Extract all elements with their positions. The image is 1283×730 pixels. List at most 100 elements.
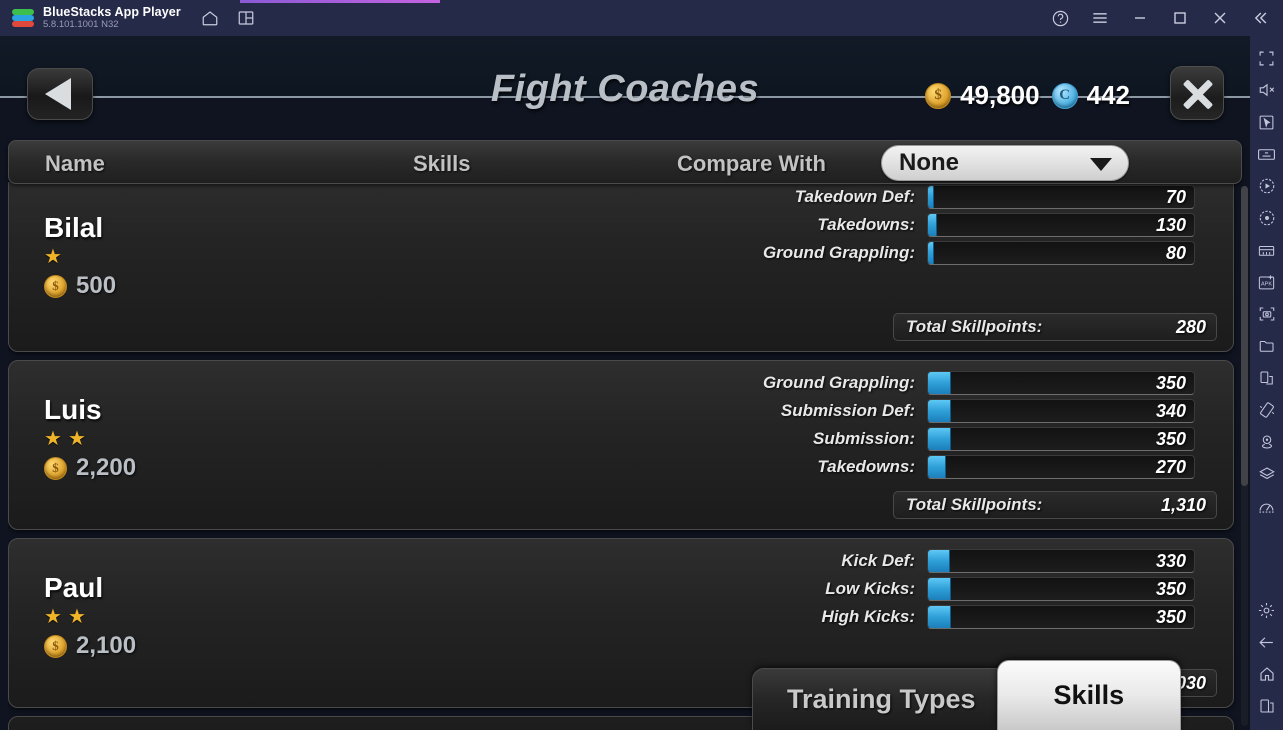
column-header-name: Name: [45, 151, 105, 176]
install-apk-icon[interactable]: APK: [1250, 266, 1283, 298]
skill-label: Kick Def:: [841, 551, 915, 570]
bluestacks-logo-icon: [12, 9, 34, 27]
coach-price-value: 2,100: [76, 632, 137, 659]
location-icon[interactable]: [1250, 426, 1283, 458]
skill-bar-fill: [928, 550, 950, 572]
home-icon[interactable]: [199, 7, 221, 29]
fullscreen-icon[interactable]: [1250, 42, 1283, 74]
premium-amount: 442: [1086, 80, 1130, 110]
coach-list[interactable]: Bilal ★ $500 Takedown Def: 70 Takedowns: 130 Gr…: [8, 182, 1242, 730]
back-arrow-icon: [45, 78, 71, 110]
skill-label: Submission Def:: [780, 401, 915, 420]
copy-to-pc-icon[interactable]: [1250, 362, 1283, 394]
skill-value: 70: [1165, 187, 1186, 207]
coach-price-value: 2,200: [76, 454, 137, 481]
skill-bar-fill: [928, 428, 951, 450]
skill-bar: 340: [927, 399, 1195, 423]
coach-total-skillpoints: Total Skillpoints: 1,310: [893, 491, 1217, 519]
minimize-icon[interactable]: [1125, 3, 1155, 33]
skill-value: 350: [1155, 429, 1186, 449]
coach-skill-list: Kick Def: 330 Low Kicks: 350 High Kicks: 350: [557, 547, 1217, 631]
bluestacks-sidebar: APK: [1250, 36, 1283, 730]
coach-card[interactable]: Luis ★ ★ $2,200 Ground Grappling: 350 Submissi…: [8, 360, 1234, 530]
gold-coin-icon: $: [44, 274, 67, 298]
skill-row: Submission Def: 340: [557, 397, 1217, 425]
gold-coin-icon: $: [925, 82, 952, 109]
record-icon[interactable]: [1250, 202, 1283, 234]
skill-row: Ground Grappling: 350: [557, 369, 1217, 397]
premium-currency: C 442: [1051, 80, 1130, 111]
skill-bar: 350: [927, 577, 1195, 601]
titlebar-accent-stripe: [240, 0, 440, 3]
star-icon: ★: [44, 428, 62, 450]
skill-bar: 270: [927, 455, 1195, 479]
list-scrollbar-thumb[interactable]: [1241, 186, 1248, 486]
menu-icon[interactable]: [1085, 3, 1115, 33]
coach-star-rating: ★ ★: [44, 429, 136, 449]
skill-bar-fill: [928, 214, 937, 236]
skill-bar: 350: [927, 371, 1195, 395]
maximize-icon[interactable]: [1165, 3, 1195, 33]
coach-skill-list: Takedown Def: 70 Takedowns: 130 Ground Grapp…: [557, 183, 1217, 267]
skill-bar-fill: [928, 372, 951, 394]
keyboard-icon[interactable]: [1250, 138, 1283, 170]
coach-price: $2,200: [44, 454, 136, 482]
tab-training-types[interactable]: Training Types: [752, 668, 1011, 730]
skill-value: 130: [1155, 215, 1186, 235]
app-title: BlueStacks App Player: [43, 5, 181, 19]
screen-root: BlueStacks App Player 5.8.101.1001 N32 A…: [0, 0, 1283, 730]
tab-skills[interactable]: Skills: [996, 660, 1182, 730]
skill-value: 330: [1155, 551, 1186, 571]
coach-name: Bilal: [44, 212, 104, 243]
skill-label: Ground Grappling:: [762, 243, 915, 262]
svg-text:APK: APK: [1261, 281, 1272, 287]
gold-coin-icon: $: [44, 634, 67, 658]
close-screen-button[interactable]: [1170, 66, 1224, 120]
recents-icon[interactable]: [1250, 690, 1283, 722]
multi-instance-manager-icon[interactable]: [1250, 234, 1283, 266]
back-icon[interactable]: [1250, 626, 1283, 658]
back-button[interactable]: [27, 68, 93, 120]
skill-bar-fill: [928, 186, 934, 208]
android-home-icon[interactable]: [1250, 658, 1283, 690]
skill-label: Ground Grappling:: [762, 373, 915, 392]
settings-icon[interactable]: [1250, 594, 1283, 626]
mute-icon[interactable]: [1250, 74, 1283, 106]
coach-name: Luis: [44, 394, 102, 425]
layers-icon[interactable]: [1250, 458, 1283, 490]
shake-icon[interactable]: [1250, 394, 1283, 426]
gold-coin-icon: $: [44, 456, 67, 480]
skill-bar: 350: [927, 427, 1195, 451]
titlebar-text-group: BlueStacks App Player 5.8.101.1001 N32: [43, 5, 181, 31]
gold-currency: $ 49,800: [925, 80, 1040, 111]
blue-coin-icon: C: [1051, 82, 1078, 109]
close-icon[interactable]: [1205, 3, 1235, 33]
skill-row: Submission: 350: [557, 425, 1217, 453]
screenshot-icon[interactable]: [1250, 298, 1283, 330]
skill-row: Kick Def: 330: [557, 547, 1217, 575]
coach-name: Paul: [44, 572, 104, 603]
media-folder-icon[interactable]: [1250, 330, 1283, 362]
skill-value: 350: [1155, 373, 1186, 393]
pointer-icon[interactable]: [1250, 106, 1283, 138]
multi-instance-icon[interactable]: [235, 7, 257, 29]
skill-value: 350: [1155, 579, 1186, 599]
help-icon[interactable]: [1045, 3, 1075, 33]
collapse-icon[interactable]: [1245, 3, 1275, 33]
compare-with-value: None: [899, 149, 959, 176]
coach-info: Paul ★ ★ $2,100: [44, 573, 136, 660]
skill-row: High Kicks: 350: [557, 603, 1217, 631]
skill-row: Takedowns: 130: [557, 211, 1217, 239]
gold-amount: 49,800: [960, 80, 1040, 110]
star-icon: ★: [44, 606, 62, 628]
coach-price-value: 500: [76, 272, 117, 299]
coach-card[interactable]: Bilal ★ $500 Takedown Def: 70 Takedowns: 130 Gr…: [8, 182, 1234, 352]
macro-icon[interactable]: [1250, 170, 1283, 202]
app-version: 5.8.101.1001 N32: [43, 19, 119, 30]
coach-total-skillpoints: Total Skillpoints: 280: [893, 313, 1217, 341]
skill-label: Submission:: [812, 429, 915, 448]
skill-label: Takedowns:: [817, 457, 915, 476]
star-icon: ★: [67, 606, 86, 628]
performance-icon[interactable]: [1250, 490, 1283, 522]
compare-with-dropdown[interactable]: None: [881, 145, 1129, 181]
